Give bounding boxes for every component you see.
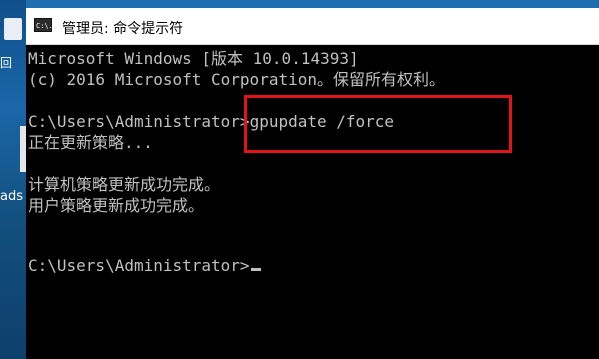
console-line: Microsoft Windows [版本 10.0.14393] [28,49,359,68]
console-line: 用户策略更新成功完成。 [28,196,205,215]
console-prompt: C:\Users\Administrator> [28,256,250,275]
desktop-strip: 回 ads [0,0,26,359]
command-highlight-box [244,95,512,153]
console-line: (c) 2016 Microsoft Corporation。保留所有权利。 [28,70,445,89]
desktop-icon-label[interactable]: 回 [0,54,12,71]
console-prompt: C:\Users\Administrator> [28,112,250,131]
desktop-icon-label-ads[interactable]: ads [0,189,23,204]
console-line: 正在更新策略... [28,133,153,152]
console-input-line[interactable]: C:\Users\Administrator> [28,255,261,276]
title-bar[interactable]: C:\. 管理员: 命令提示符 [26,8,599,45]
cmd-icon: C:\. [34,18,53,32]
console-line: 计算机策略更新成功完成。 [28,175,221,194]
window-title: 管理员: 命令提示符 [62,21,184,37]
command-prompt-window[interactable]: C:\. 管理员: 命令提示符 Microsoft Windows [版本 10… [26,8,599,359]
text-cursor [250,268,261,271]
desktop-file-icon[interactable] [4,18,22,40]
console-output[interactable]: Microsoft Windows [版本 10.0.14393] (c) 20… [26,45,599,359]
